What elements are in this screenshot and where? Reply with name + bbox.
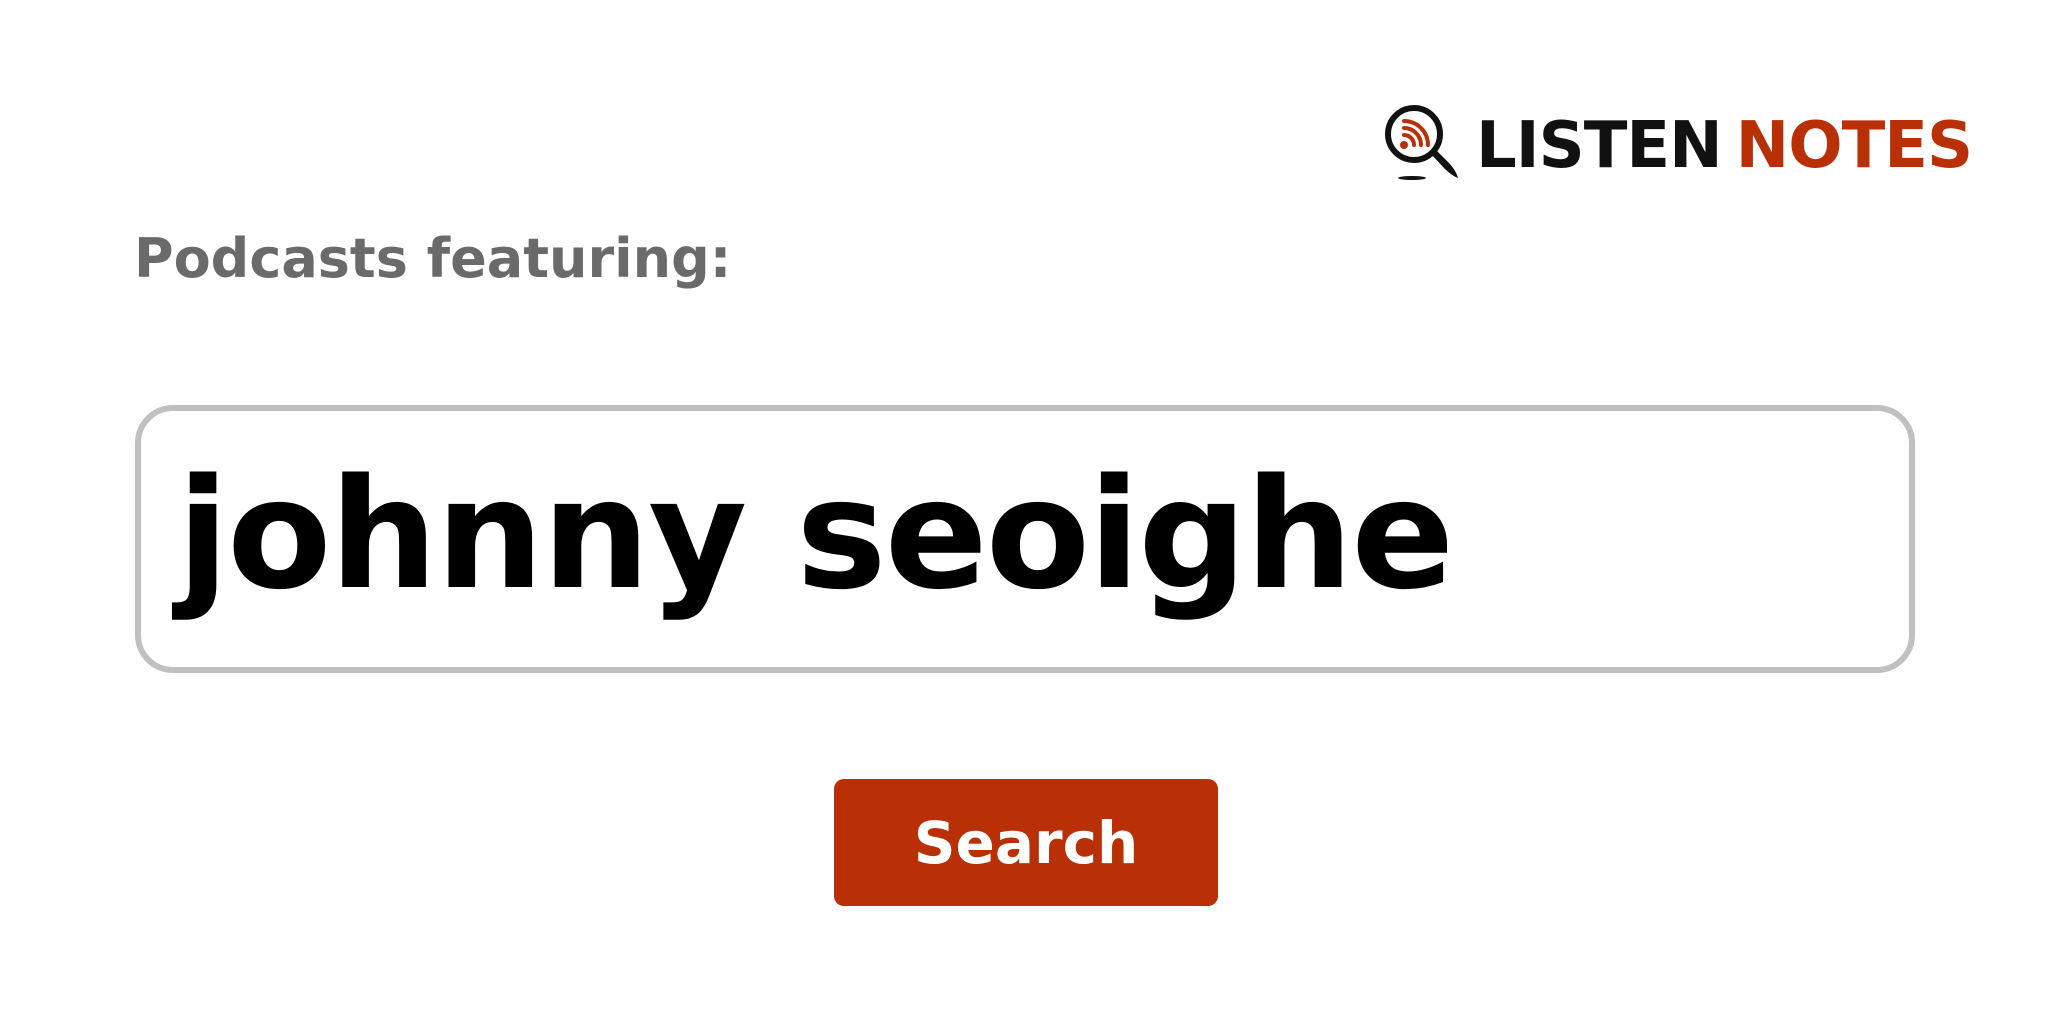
search-input[interactable]: johnny seoighe bbox=[135, 405, 1915, 673]
page-title: Podcasts featuring: bbox=[134, 227, 732, 290]
listen-notes-logo[interactable]: LISTEN NOTES bbox=[1382, 104, 1973, 188]
logo-word-listen: LISTEN bbox=[1476, 109, 1723, 183]
logo-word-notes: NOTES bbox=[1735, 109, 1973, 183]
search-button-label: Search bbox=[913, 808, 1139, 877]
search-input-value: johnny seoighe bbox=[177, 446, 1454, 623]
logo-wordmark: LISTEN NOTES bbox=[1476, 114, 1973, 178]
page: LISTEN NOTES Podcasts featuring: johnny s… bbox=[0, 0, 2048, 1024]
search-button[interactable]: Search bbox=[834, 779, 1218, 906]
magnifier-podcast-icon bbox=[1385, 105, 1458, 180]
